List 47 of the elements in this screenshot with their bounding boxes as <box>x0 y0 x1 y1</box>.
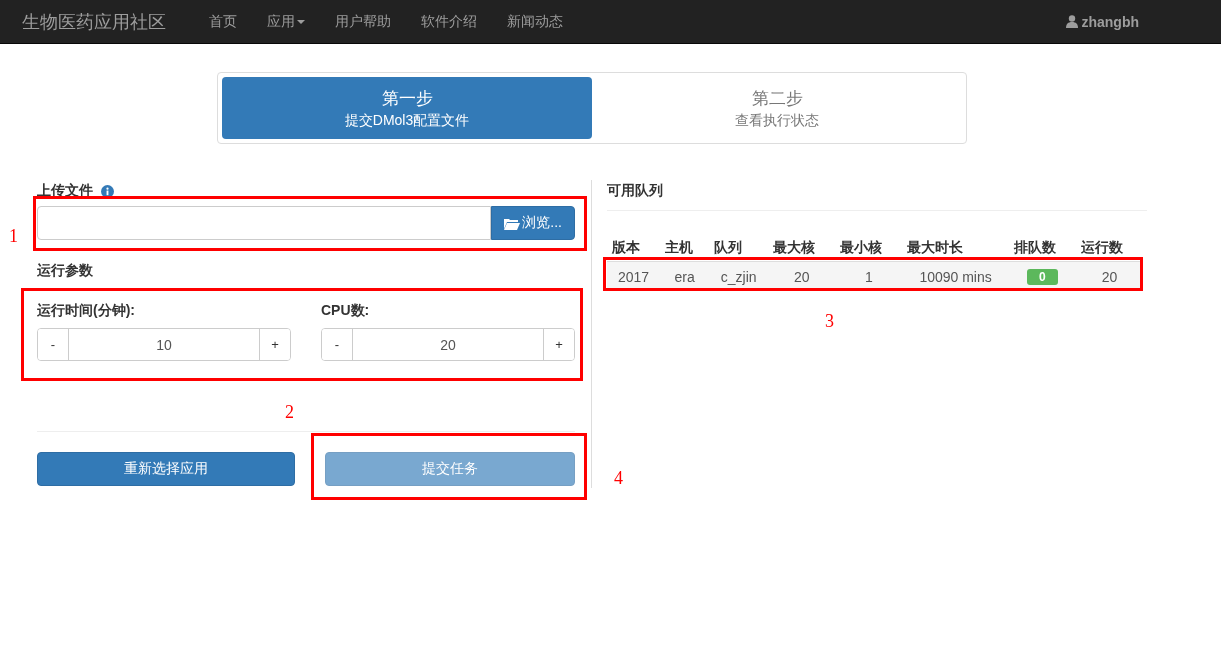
column-header: 最大时长 <box>902 235 1009 262</box>
reselect-button[interactable]: 重新选择应用 <box>37 452 295 486</box>
step-subtitle: 提交DMol3配置文件 <box>344 111 470 130</box>
step-title: 第一步 <box>381 87 433 110</box>
nav-link[interactable]: 新闻动态 <box>492 12 578 31</box>
column-header: 最大核 <box>768 235 836 262</box>
nav-link[interactable]: 软件介绍 <box>406 12 492 31</box>
annotation-number: 3 <box>825 311 834 332</box>
number-spinner[interactable]: - 10 + <box>37 328 291 361</box>
table-cell: 2017 <box>607 261 661 291</box>
annotation-number: 4 <box>614 468 623 489</box>
number-field[interactable]: 20 <box>352 329 544 360</box>
number-spinner[interactable]: - 20 + <box>321 328 575 361</box>
step-tab[interactable]: 第二步 查看执行状态 <box>592 77 962 139</box>
column-header: 排队数 <box>1008 235 1076 262</box>
table-cell: 20 <box>768 261 836 291</box>
annotation-number: 2 <box>285 402 294 423</box>
table-cell: era <box>660 261 710 291</box>
table-cell: 1 <box>835 261 903 291</box>
column-header: 运行数 <box>1075 235 1143 262</box>
nav-link[interactable]: 首页 <box>194 12 252 31</box>
column-header: 版本 <box>607 235 661 262</box>
column-header: 主机 <box>660 235 710 262</box>
annotation-number: 1 <box>9 226 18 247</box>
browse-button[interactable]: 浏览... <box>491 206 575 240</box>
user-menu[interactable]: zhangbh <box>1066 13 1139 30</box>
file-field[interactable] <box>37 206 492 240</box>
table-cell: 10090 mins <box>902 261 1009 291</box>
step-title: 第二步 <box>751 87 803 110</box>
column-header: 最小核 <box>835 235 903 262</box>
user-icon <box>1066 15 1079 28</box>
count-badge: 0 <box>1026 269 1058 285</box>
step-subtitle: 查看执行状态 <box>735 111 819 130</box>
info-icon[interactable] <box>101 184 114 198</box>
field-label: CPU数: <box>321 302 371 320</box>
number-field[interactable]: 10 <box>68 329 260 360</box>
section-title: 运行参数 <box>37 262 93 280</box>
brand-link[interactable]: 生物医药应用社区 <box>22 9 166 34</box>
nav-link[interactable]: 应用 <box>252 12 320 31</box>
panel-title: 可用队列 <box>607 182 663 200</box>
table-cell: c_zjin <box>709 261 769 291</box>
caret-icon <box>297 19 305 24</box>
field-label: 运行时间(分钟): <box>37 302 136 320</box>
column-header: 队列 <box>709 235 769 262</box>
nav-link[interactable]: 用户帮助 <box>320 12 406 31</box>
step-tab[interactable]: 第一步 提交DMol3配置文件 <box>222 77 592 139</box>
folder-icon <box>504 216 521 230</box>
